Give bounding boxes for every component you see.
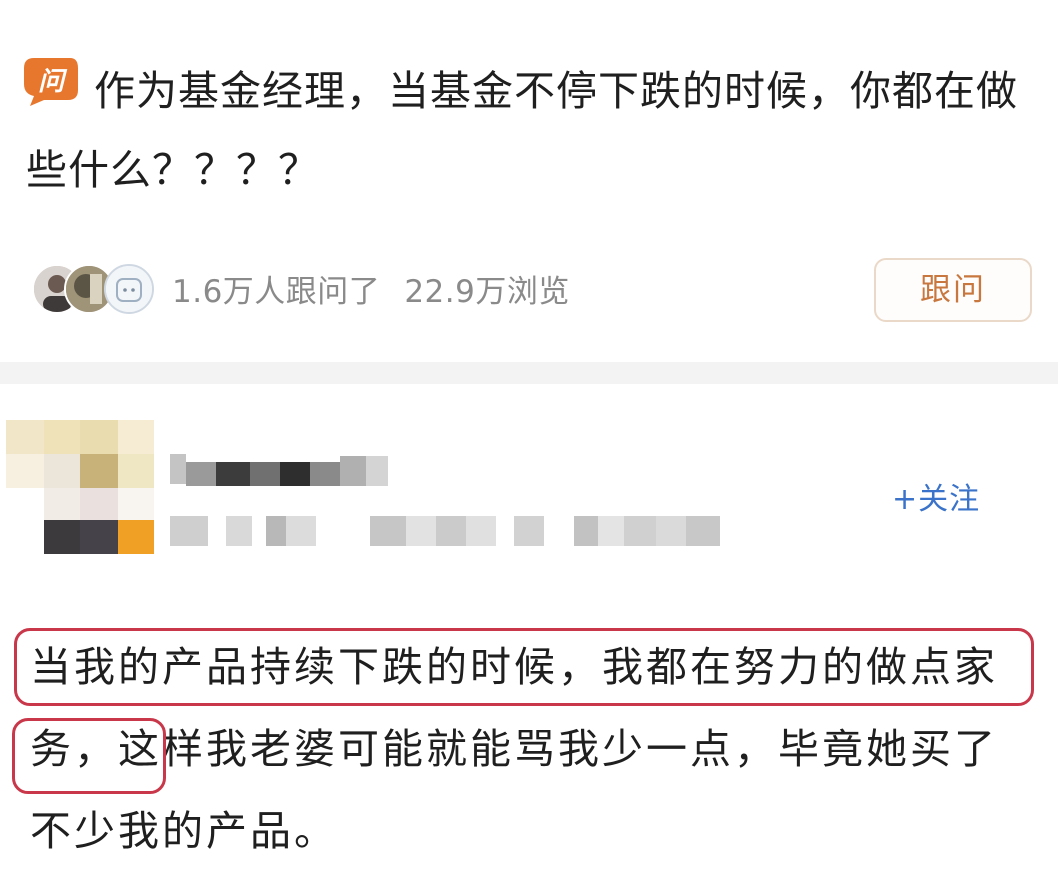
answer-card: +关注 当我的产品持续下跌的时候，我都在努力的做点家务，这样我老婆可能就能骂我少… <box>0 384 1058 877</box>
view-count: 22.9万浏览 <box>404 274 570 310</box>
follow-question-button[interactable]: 跟问 <box>874 258 1032 322</box>
question-title[interactable]: 作为基金经理，当基金不停下跌的时候，你都在做些什么？？？？ <box>26 52 1036 210</box>
question-card: 问 作为基金经理，当基金不停下跌的时候，你都在做些什么？？？？ 1.6万人跟问了… <box>0 0 1058 362</box>
follow-count: 1.6万人跟问了 <box>172 274 381 310</box>
author-bio <box>170 510 730 550</box>
follower-avatars <box>32 264 154 314</box>
avatar[interactable] <box>6 420 154 554</box>
follow-user-button[interactable]: +关注 <box>892 474 980 518</box>
answer-body: 当我的产品持续下跌的时候，我都在努力的做点家务，这样我老婆可能就能骂我少一点，毕… <box>30 643 998 855</box>
section-divider <box>0 362 1058 384</box>
author-name[interactable] <box>170 444 390 490</box>
avatar <box>104 264 154 314</box>
question-stats: 1.6万人跟问了 22.9万浏览 <box>172 266 570 311</box>
question-meta-row: 1.6万人跟问了 22.9万浏览 跟问 <box>26 258 1036 322</box>
